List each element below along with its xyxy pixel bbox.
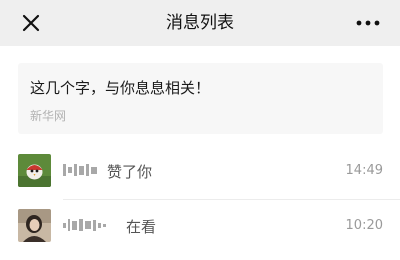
message-list-page: 消息列表 这几个字，与你息息相关！ 新华网 赞了你 14:49 在看 10:20: [0, 0, 400, 260]
more-button[interactable]: [354, 10, 382, 36]
notification-time: 10:20: [345, 218, 383, 233]
user-name-mosaic: [63, 217, 106, 233]
article-title: 这几个字，与你息息相关！: [30, 79, 211, 97]
notification-row[interactable]: 赞了你 14:49: [0, 146, 400, 200]
avatar-photo-icon: [18, 209, 51, 242]
more-icon: [356, 20, 380, 26]
avatar-bird-icon: [18, 154, 51, 187]
notification-action: 在看: [126, 218, 157, 236]
article-source: 新华网: [30, 109, 67, 123]
notification-time: 14:49: [345, 163, 383, 178]
article-card[interactable]: 这几个字，与你息息相关！ 新华网: [18, 63, 383, 134]
row-divider: [63, 199, 400, 200]
page-title: 消息列表: [166, 13, 234, 33]
avatar[interactable]: [18, 209, 51, 242]
header-bar: 消息列表: [0, 0, 400, 46]
avatar[interactable]: [18, 154, 51, 187]
notification-row[interactable]: 在看 10:20: [0, 201, 400, 255]
user-name-mosaic: [63, 162, 97, 178]
notification-action: 赞了你: [107, 163, 153, 181]
